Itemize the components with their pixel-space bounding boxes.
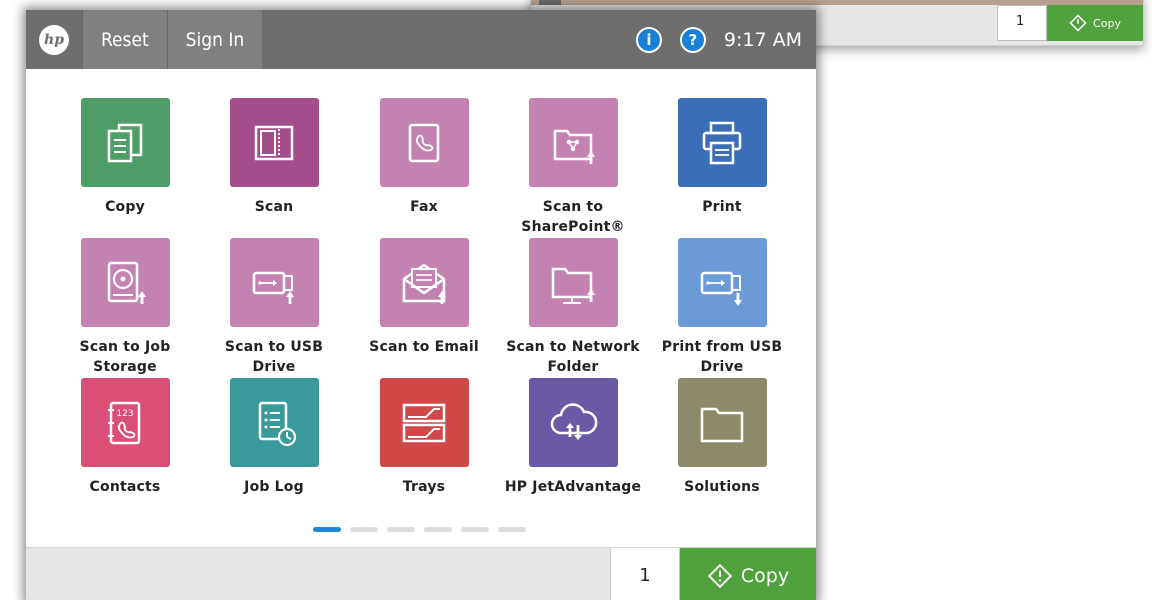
hp-logo-icon: hp: [39, 24, 69, 55]
info-icon[interactable]: i: [635, 26, 662, 53]
bottom-bar: 1 Copy: [26, 547, 816, 600]
folder-icon: [700, 407, 744, 442]
job-storage-tile: [80, 238, 170, 327]
app-print-usb[interactable]: Print from USB Drive: [652, 238, 792, 377]
app-label: HP JetAdvantage: [504, 479, 642, 495]
app-label: Solutions: [684, 479, 760, 495]
start-icon: [1069, 14, 1087, 32]
network-folder-tile: [528, 238, 618, 327]
app-label: Scan to Job Storage: [79, 339, 171, 375]
background-quantity-field[interactable]: 1: [997, 5, 1047, 41]
app-label: Scan to Email: [369, 339, 479, 355]
app-trays[interactable]: Trays: [354, 378, 494, 497]
job-log-icon: [258, 401, 297, 446]
app-label: Copy: [105, 199, 145, 215]
app-label: Scan: [254, 199, 294, 215]
top-bar: hp Reset Sign In i ? 9:17 AM: [26, 10, 816, 69]
app-scan[interactable]: Scan: [204, 98, 344, 217]
app-scan-sharepoint[interactable]: Scan to SharePoint®: [503, 98, 643, 237]
help-icon[interactable]: ?: [679, 26, 706, 53]
job-storage-icon: [107, 261, 146, 304]
app-label: Trays: [402, 479, 446, 495]
app-hp-jetadvantage[interactable]: HP JetAdvantage: [503, 378, 643, 497]
app-copy[interactable]: Copy: [55, 98, 195, 217]
email-tile: [379, 238, 469, 327]
page-dot[interactable]: [350, 527, 378, 532]
app-label: Scan to SharePoint®: [521, 199, 625, 235]
contacts-tile: 123: [80, 378, 170, 467]
device-screen: hp Reset Sign In i ? 9:17 AM Copy Scan F…: [26, 10, 816, 600]
usb-print-tile: [677, 238, 767, 327]
copy-start-button[interactable]: Copy: [680, 548, 816, 600]
background-copy-label: Copy: [1093, 16, 1121, 30]
usb-print-icon: [700, 271, 742, 306]
copy-icon: [107, 123, 143, 162]
page-dot[interactable]: [498, 527, 526, 532]
job-log-tile: [229, 378, 319, 467]
app-label: Print: [702, 199, 742, 215]
trays-tile: [379, 378, 469, 467]
page-indicator[interactable]: [313, 527, 526, 532]
app-scan-job-storage[interactable]: Scan to Job Storage: [55, 238, 195, 377]
app-contacts[interactable]: 123 Contacts: [55, 378, 195, 497]
scan-icon: [254, 125, 294, 160]
copies-quantity-field[interactable]: 1: [610, 548, 680, 600]
app-label: Print from USB Drive: [661, 339, 783, 375]
app-label: Scan to USB Drive: [224, 339, 324, 375]
fax-tile: [379, 98, 469, 187]
trays-icon: [402, 403, 446, 442]
cloud-icon: [550, 402, 598, 440]
solutions-tile: [677, 378, 767, 467]
scan-tile: [229, 98, 319, 187]
page-dot[interactable]: [424, 527, 452, 532]
sign-in-button[interactable]: Sign In: [166, 10, 263, 69]
app-scan-usb[interactable]: Scan to USB Drive: [204, 238, 344, 377]
copy-start-label: Copy: [740, 564, 790, 587]
page-dot[interactable]: [387, 527, 415, 532]
sharepoint-tile: [528, 98, 618, 187]
app-label: Scan to Network Folder: [506, 339, 640, 375]
start-icon: [707, 563, 733, 588]
email-icon: [402, 262, 446, 304]
app-fax[interactable]: Fax: [354, 98, 494, 217]
app-label: Job Log: [244, 479, 304, 495]
reset-button[interactable]: Reset: [82, 10, 167, 69]
clock: 9:17 AM: [723, 28, 802, 51]
contacts-icon: 123: [108, 401, 141, 444]
jetadvantage-tile: [528, 378, 618, 467]
network-folder-icon: [551, 267, 595, 304]
usb-scan-tile: [229, 238, 319, 327]
home-button[interactable]: hp: [26, 10, 82, 69]
fax-icon: [408, 123, 440, 162]
app-print[interactable]: Print: [652, 98, 792, 217]
print-tile: [677, 98, 767, 187]
app-job-log[interactable]: Job Log: [204, 378, 344, 497]
background-copy-button[interactable]: Copy: [1047, 5, 1143, 41]
page-dot[interactable]: [313, 527, 341, 532]
svg-text:123: 123: [116, 409, 133, 419]
app-scan-network-folder[interactable]: Scan to Network Folder: [503, 238, 643, 377]
background-strip-block: [539, 0, 561, 5]
app-label: Contacts: [89, 479, 161, 495]
sharepoint-icon: [553, 129, 595, 164]
app-scan-email[interactable]: Scan to Email: [354, 238, 494, 357]
app-solutions[interactable]: Solutions: [652, 378, 792, 497]
copy-tile: [80, 98, 170, 187]
app-label: Fax: [410, 199, 438, 215]
print-icon: [702, 121, 742, 164]
page-dot[interactable]: [461, 527, 489, 532]
usb-scan-icon: [252, 271, 294, 304]
